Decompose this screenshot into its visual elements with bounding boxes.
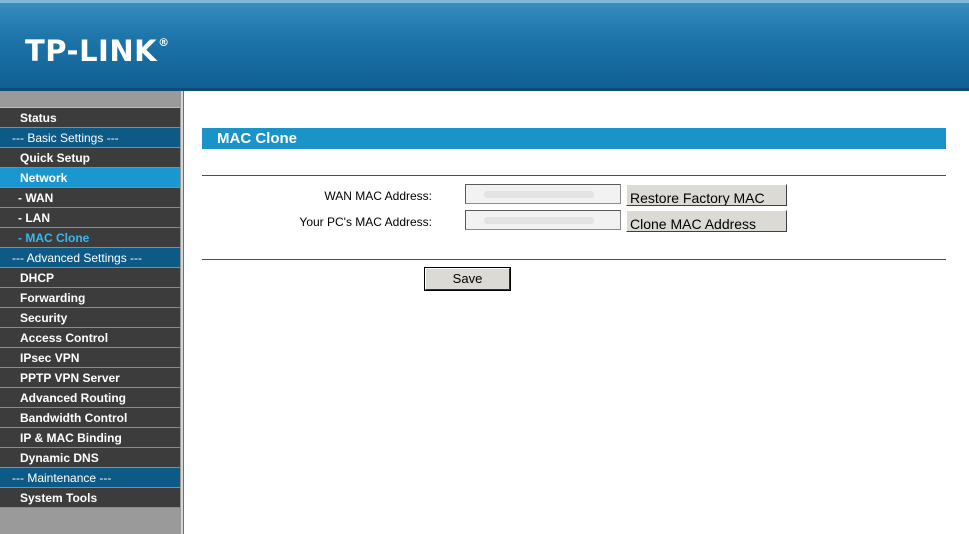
pc-mac-field[interactable]: [465, 210, 621, 230]
section-divider-top: [202, 175, 946, 176]
frame-divider[interactable]: [180, 91, 184, 534]
sidebar-item-lan[interactable]: - LAN: [0, 208, 180, 228]
sidebar-item-ip-mac-binding[interactable]: IP & MAC Binding: [0, 428, 180, 448]
pc-mac-value: [484, 217, 594, 224]
wan-mac-label: WAN MAC Address:: [324, 189, 432, 203]
sidebar-item-ipsec-vpn[interactable]: IPsec VPN: [0, 348, 180, 368]
sidebar-menu: Status --- Basic Settings --- Quick Setup N…: [0, 108, 180, 508]
sidebar-item-system-tools[interactable]: System Tools: [0, 488, 180, 508]
wan-mac-field[interactable]: [465, 184, 621, 204]
tp-link-logo: TP-LINK®: [25, 34, 170, 68]
sidebar-item-bandwidth-control[interactable]: Bandwidth Control: [0, 408, 180, 428]
clone-mac-address-button[interactable]: Clone MAC Address: [626, 210, 787, 232]
section-divider-bottom: [202, 259, 946, 260]
sidebar-item-wan[interactable]: - WAN: [0, 188, 180, 208]
restore-factory-mac-button[interactable]: Restore Factory MAC: [626, 184, 787, 206]
sidebar-top-spacer: [0, 91, 180, 108]
pc-mac-label: Your PC's MAC Address:: [299, 215, 432, 229]
sidebar: Status --- Basic Settings --- Quick Setup N…: [0, 91, 180, 534]
sidebar-section-maintenance: --- Maintenance ---: [0, 468, 180, 488]
sidebar-item-status[interactable]: Status: [0, 108, 180, 128]
sidebar-item-security[interactable]: Security: [0, 308, 180, 328]
sidebar-item-dhcp[interactable]: DHCP: [0, 268, 180, 288]
sidebar-section-advanced-settings: --- Advanced Settings ---: [0, 248, 180, 268]
sidebar-item-network[interactable]: Network: [0, 168, 180, 188]
sidebar-item-advanced-routing[interactable]: Advanced Routing: [0, 388, 180, 408]
sidebar-item-quick-setup[interactable]: Quick Setup: [0, 148, 180, 168]
save-button[interactable]: Save: [424, 267, 511, 291]
main-content: MAC Clone WAN MAC Address: Restore Facto…: [186, 91, 969, 534]
sidebar-item-access-control[interactable]: Access Control: [0, 328, 180, 348]
sidebar-item-pptp-vpn-server[interactable]: PPTP VPN Server: [0, 368, 180, 388]
header-banner: TP-LINK®: [0, 0, 969, 88]
sidebar-item-dynamic-dns[interactable]: Dynamic DNS: [0, 448, 180, 468]
sidebar-item-mac-clone[interactable]: - MAC Clone: [0, 228, 180, 248]
header-top-line: [0, 0, 969, 3]
sidebar-item-forwarding[interactable]: Forwarding: [0, 288, 180, 308]
page-title: MAC Clone: [202, 128, 946, 149]
sidebar-section-basic-settings: --- Basic Settings ---: [0, 128, 180, 148]
wan-mac-value: [484, 191, 594, 198]
